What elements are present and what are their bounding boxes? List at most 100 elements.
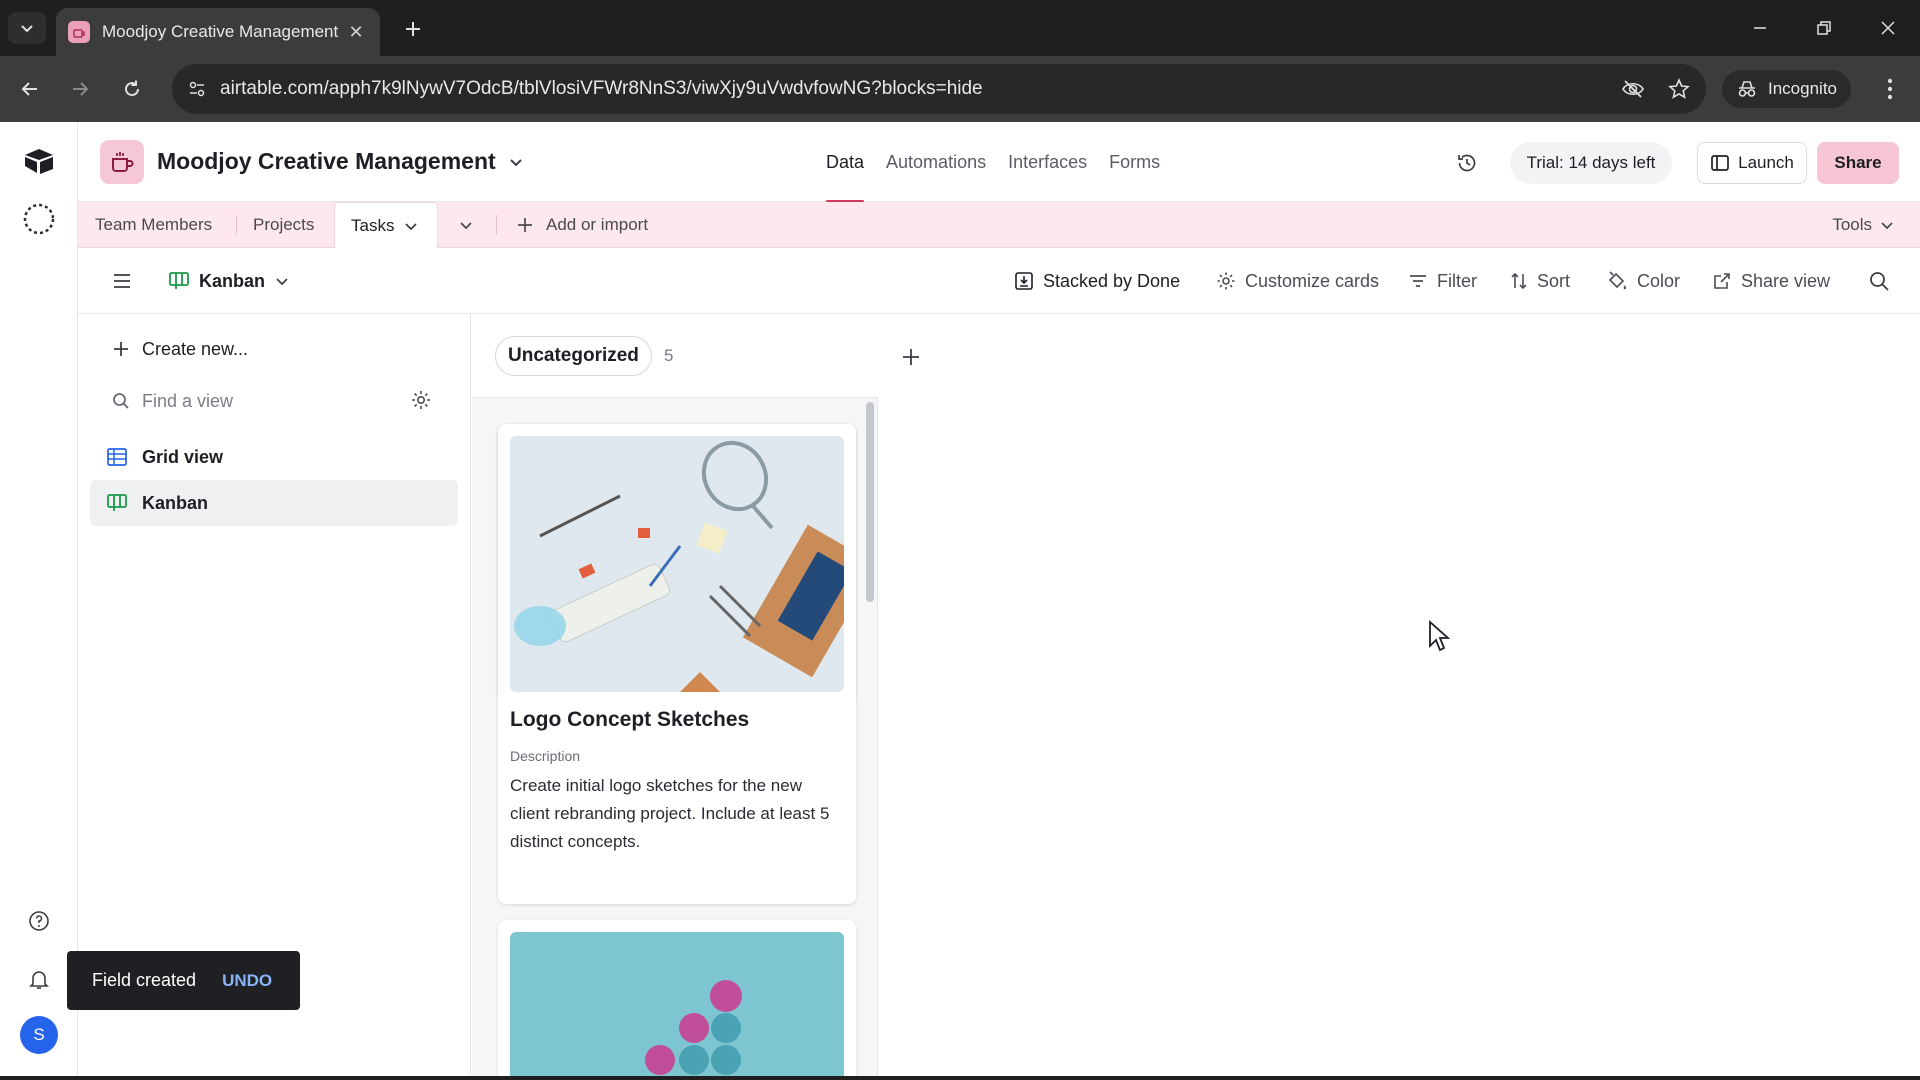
close-tab-icon[interactable]: ✕ xyxy=(344,22,368,43)
record-card[interactable] xyxy=(498,920,856,1080)
coffee-cup-icon xyxy=(112,152,134,172)
tools-menu[interactable]: Tools xyxy=(1832,202,1894,248)
launch-button[interactable]: Launch xyxy=(1697,142,1807,184)
table-tabs-bar: Team Members Projects Tasks Add or impor… xyxy=(78,202,1920,248)
reload-button[interactable] xyxy=(116,73,148,105)
customize-cards-button[interactable]: Customize cards xyxy=(1216,248,1379,314)
sort-button[interactable]: Sort xyxy=(1510,248,1570,314)
address-bar[interactable]: airtable.com/apph7k9lNywV7OdcB/tblVlosiV… xyxy=(172,64,1706,114)
base-history-button[interactable] xyxy=(1452,148,1482,178)
browser-tab[interactable]: Moodjoy Creative Management ✕ xyxy=(56,8,380,56)
kanban-board: Uncategorized 5 Logo Concept Sketches De… xyxy=(472,314,1920,1080)
create-new-view-button[interactable]: Create new... xyxy=(112,334,248,364)
add-or-import-label: Add or import xyxy=(546,215,649,234)
share-button[interactable]: Share xyxy=(1817,142,1899,184)
grid-view-icon xyxy=(107,448,127,466)
kanban-icon xyxy=(107,494,127,511)
plus-icon xyxy=(518,218,532,232)
share-view-button[interactable]: Share view xyxy=(1712,248,1830,314)
view-switcher[interactable]: Kanban xyxy=(168,248,290,314)
add-or-import-button[interactable]: Add or import xyxy=(516,202,648,248)
base-icon[interactable] xyxy=(100,140,144,184)
minimize-button[interactable] xyxy=(1728,0,1792,56)
chevron-down-icon xyxy=(405,222,418,230)
chevron-down-icon[interactable] xyxy=(506,152,526,172)
omni-assistant-button[interactable] xyxy=(20,200,58,238)
history-icon xyxy=(1458,154,1476,172)
sparkle-ring-icon xyxy=(23,203,55,235)
stack-scrollbar[interactable] xyxy=(866,402,874,602)
tab-automations[interactable]: Automations xyxy=(886,122,986,202)
base-name[interactable]: Moodjoy Creative Management xyxy=(157,148,496,175)
stack-header: Uncategorized 5 xyxy=(472,314,878,398)
pink-teal-spheres-image xyxy=(510,932,844,1080)
view-item-grid[interactable]: Grid view xyxy=(90,434,458,480)
filter-label: Filter xyxy=(1437,270,1477,291)
chevron-down-icon xyxy=(1881,222,1893,230)
airtable-home-button[interactable] xyxy=(20,142,58,180)
tab-search-button[interactable] xyxy=(8,12,46,44)
plus-icon xyxy=(114,342,128,356)
view-toolbar: Kanban Stacked by Done Customize cards F… xyxy=(78,248,1920,314)
window-controls xyxy=(1728,0,1920,56)
stacked-by-label: Stacked by Done xyxy=(1043,270,1181,291)
add-stack-button[interactable] xyxy=(896,342,926,372)
arrow-left-icon xyxy=(21,82,37,96)
filter-button[interactable]: Filter xyxy=(1408,248,1477,314)
all-tables-dropdown[interactable] xyxy=(458,202,474,248)
view-settings-button[interactable] xyxy=(408,387,434,413)
restore-icon xyxy=(1817,21,1831,35)
new-tab-button[interactable] xyxy=(398,14,428,44)
tab-interfaces[interactable]: Interfaces xyxy=(1008,122,1087,202)
stack-name[interactable]: Uncategorized xyxy=(495,336,652,376)
restore-button[interactable] xyxy=(1792,0,1856,56)
find-view-input[interactable] xyxy=(142,390,392,412)
card-field-value: Create initial logo sketches for the new… xyxy=(510,776,830,851)
user-avatar[interactable]: S xyxy=(20,1016,58,1054)
help-button[interactable] xyxy=(20,902,58,940)
tab-divider xyxy=(236,215,237,235)
record-card-body[interactable]: Logo Concept Sketches Description Create… xyxy=(498,424,856,904)
launch-icon xyxy=(1711,155,1729,171)
card-cover-image xyxy=(510,932,844,1080)
incognito-label: Incognito xyxy=(1768,79,1837,98)
browser-toolbar: airtable.com/apph7k9lNywV7OdcB/tblVlosiV… xyxy=(0,56,1920,122)
toggle-sidebar-button[interactable] xyxy=(112,248,132,314)
undo-button[interactable]: UNDO xyxy=(222,971,272,991)
favicon-icon xyxy=(68,21,90,43)
gear-icon xyxy=(1217,272,1235,290)
kanban-stack: Uncategorized 5 Logo Concept Sketches De… xyxy=(472,314,878,1080)
incognito-indicator[interactable]: Incognito xyxy=(1722,70,1851,108)
view-item-label: Grid view xyxy=(142,446,224,467)
airtable-logo-icon xyxy=(25,149,53,174)
table-tab-projects[interactable]: Projects xyxy=(253,202,314,248)
table-tab-team-members[interactable]: Team Members xyxy=(95,202,212,248)
tab-forms[interactable]: Forms xyxy=(1109,122,1160,202)
toast-notification: Field created UNDO xyxy=(67,951,300,1010)
base-header: Moodjoy Creative Management Data Automat… xyxy=(78,122,1920,203)
table-tab-tasks[interactable]: Tasks xyxy=(334,202,438,248)
launch-label: Launch xyxy=(1738,153,1794,172)
close-window-button[interactable] xyxy=(1856,0,1920,56)
bookmark-star-icon[interactable] xyxy=(1666,76,1692,102)
notifications-button[interactable] xyxy=(20,960,58,998)
eye-off-icon[interactable] xyxy=(1620,76,1646,102)
stacked-by-button[interactable]: Stacked by Done xyxy=(1014,248,1180,314)
view-item-kanban[interactable]: Kanban xyxy=(90,480,458,526)
site-info-icon[interactable] xyxy=(184,76,210,102)
close-icon xyxy=(1881,21,1895,35)
trial-badge[interactable]: Trial: 14 days left xyxy=(1510,142,1672,184)
more-vertical-icon xyxy=(1887,78,1893,100)
color-button[interactable]: Color xyxy=(1606,248,1680,314)
table-tab-tasks-label: Tasks xyxy=(351,215,395,235)
screen-bottom-edge xyxy=(0,1076,1920,1080)
tab-data[interactable]: Data xyxy=(826,122,865,203)
create-new-label: Create new... xyxy=(142,338,249,359)
chevron-down-icon xyxy=(460,222,472,230)
reload-icon xyxy=(125,80,140,97)
browser-menu-button[interactable] xyxy=(1876,74,1904,104)
search-records-button[interactable] xyxy=(1868,248,1890,314)
back-button[interactable] xyxy=(14,73,46,105)
forward-button[interactable] xyxy=(64,73,96,105)
base-nav-tabs: Data Automations Interfaces Forms xyxy=(826,122,1160,203)
